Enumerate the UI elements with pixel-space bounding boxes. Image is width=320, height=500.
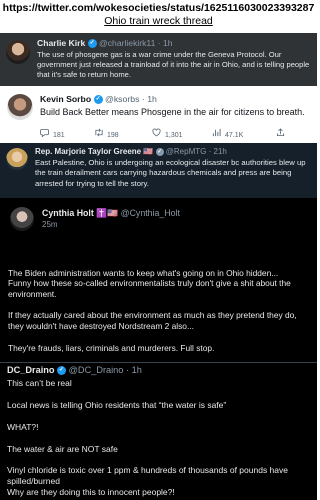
avatar[interactable] <box>6 148 28 170</box>
author-handle[interactable]: @charliekirk11 <box>99 38 155 48</box>
author-handle[interactable]: @Cynthia_Holt <box>121 208 180 218</box>
tweet-dc-draino[interactable]: DC_Draino ✓ @DC_Draino · 1h This can’t b… <box>0 362 317 500</box>
tweet-time[interactable]: 1h <box>163 38 173 48</box>
tweet-paragraph: Vinyl chloride is toxic over 1 ppm & hun… <box>7 465 288 487</box>
retweet-count: 198 <box>107 132 119 139</box>
retweet-icon <box>94 128 103 139</box>
avatar[interactable] <box>7 94 33 120</box>
tweet-charlie-kirk[interactable]: Charlie Kirk ✓ @charliekirk11 · 1h The u… <box>0 33 317 86</box>
author-handle[interactable]: @RepMTG <box>166 147 207 156</box>
tweet-time[interactable]: 1h <box>147 94 157 104</box>
tweet-text: The use of phosgene gas is a war crime u… <box>37 50 310 80</box>
views-button[interactable]: 47.1K <box>212 128 243 139</box>
tweet-kevin-sorbo[interactable]: Kevin Sorbo ✓ @ksorbs · 1h Build Back Be… <box>0 86 317 143</box>
thread-title: Ohio train wreck thread <box>104 15 213 27</box>
tweet-header: Kevin Sorbo ✓ @ksorbs · 1h <box>40 94 157 105</box>
tweet-marjorie-taylor-greene[interactable]: Rep. Marjorie Taylor Greene 🇺🇸 ✓ @RepMTG… <box>0 143 317 198</box>
thread-url[interactable]: https://twitter.com/wokesocieties/status… <box>0 0 317 15</box>
avatar[interactable] <box>10 207 34 231</box>
like-button[interactable]: 1,301 <box>152 128 183 139</box>
tweet-paragraph: Funny how these so-called environmentali… <box>8 278 291 300</box>
separator-dot: · <box>208 147 212 156</box>
tweet-text: East Palestine, Ohio is undergoing an ec… <box>35 158 306 188</box>
share-icon <box>276 128 285 139</box>
like-count: 1,301 <box>165 132 183 139</box>
author-name[interactable]: Rep. Marjorie Taylor Greene <box>35 147 141 156</box>
like-icon <box>152 128 161 139</box>
separator-dot: · <box>141 94 145 104</box>
cross-flag-icons: ✝️🇺🇸 <box>96 208 119 219</box>
author-handle[interactable]: @ksorbs <box>105 94 139 104</box>
views-count: 47.1K <box>225 132 244 139</box>
author-name[interactable]: Cynthia Holt <box>42 208 94 218</box>
views-icon <box>212 128 221 139</box>
reply-icon <box>40 128 49 139</box>
verified-badge-icon: ✓ <box>155 147 164 156</box>
tweet-paragraph: They're frauds, liars, criminals and mur… <box>8 343 215 353</box>
tweet-paragraph: Why are they doing this to innocent peop… <box>7 487 175 497</box>
us-flag-icon: 🇺🇸 <box>143 147 154 157</box>
thread-header: https://twitter.com/wokesocieties/status… <box>0 0 317 33</box>
tweet-text: Build Back Better means Phosgene in the … <box>40 107 305 117</box>
separator-dot: · <box>157 38 161 48</box>
tweet-paragraph: The water & air are NOT safe <box>7 444 118 454</box>
author-name[interactable]: DC_Draino <box>7 365 54 375</box>
author-handle[interactable]: @DC_Draino <box>69 365 124 375</box>
tweet-paragraph: This can’t be real <box>7 378 72 388</box>
tweet-time[interactable]: 21h <box>214 147 227 156</box>
tweet-paragraph: Local news is telling Ohio residents tha… <box>7 400 227 410</box>
tweet-header: Cynthia Holt ✝️🇺🇸 @Cynthia_Holt <box>42 208 180 219</box>
tweet-header: Charlie Kirk ✓ @charliekirk11 · 1h <box>37 38 173 49</box>
verified-badge-icon: ✓ <box>87 39 97 49</box>
verified-badge-icon: ✓ <box>93 95 103 105</box>
reply-count: 181 <box>53 132 65 139</box>
tweet-time[interactable]: 25m <box>42 220 58 229</box>
avatar[interactable] <box>6 40 30 64</box>
verified-badge-icon: ✓ <box>57 366 67 376</box>
divider <box>0 362 317 363</box>
tweet-header: DC_Draino ✓ @DC_Draino · 1h <box>7 365 142 376</box>
tweet-cynthia-holt[interactable]: Cynthia Holt ✝️🇺🇸 @Cynthia_Holt 25m The … <box>0 198 317 362</box>
tweet-time[interactable]: 1h <box>132 365 142 375</box>
share-button[interactable] <box>276 128 289 139</box>
separator-dot: · <box>125 365 130 375</box>
tweet-paragraph: If they actually cared about the environ… <box>8 310 297 332</box>
author-name[interactable]: Charlie Kirk <box>37 38 85 48</box>
tweet-header: Rep. Marjorie Taylor Greene 🇺🇸 ✓ @RepMTG… <box>35 147 227 156</box>
retweet-button[interactable]: 198 <box>94 128 119 139</box>
reply-button[interactable]: 181 <box>40 128 65 139</box>
tweet-actions: 181 198 1,301 47.1K <box>40 128 300 140</box>
tweet-paragraph: WHAT?! <box>7 422 39 432</box>
author-name[interactable]: Kevin Sorbo <box>40 94 91 104</box>
